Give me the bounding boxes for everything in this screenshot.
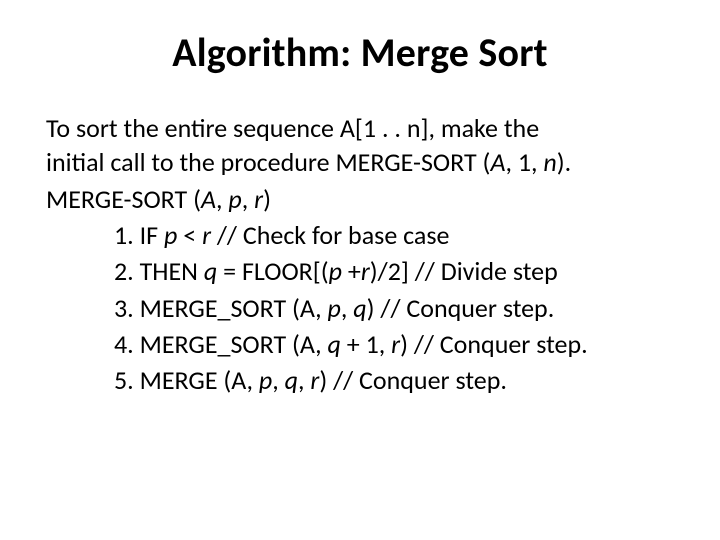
s3-post: ) // Conquer step.: [367, 292, 555, 324]
step-5: 5. MERGE (A, p, q, r) // Conquer step.: [114, 363, 674, 397]
s5-var-p: p: [259, 364, 272, 396]
sig-var-A: A: [201, 183, 216, 215]
intro-line-2-post: ).: [557, 146, 571, 178]
s4-var-r: r: [391, 328, 400, 360]
intro-text: To sort the entire sequence A[1 . . n], …: [46, 111, 674, 180]
s3-pre: 3. MERGE_SORT (A,: [114, 292, 328, 324]
sig-var-p: p: [228, 183, 241, 215]
s2-mid1: = FLOOR[(: [217, 255, 328, 287]
s1-pre: 1. IF: [114, 219, 164, 251]
steps-list: 1. IF p < r // Check for base case 2. TH…: [46, 218, 674, 398]
intro-var-n: n: [543, 146, 556, 178]
intro-line-2-mid: , 1,: [505, 146, 543, 178]
s3-var-p: p: [328, 292, 341, 324]
sig-var-r: r: [254, 183, 263, 215]
slide-title: Algorithm: Merge Sort: [46, 28, 674, 77]
slide-body: To sort the entire sequence A[1 . . n], …: [46, 111, 674, 398]
s5-pre: 5. MERGE (A,: [114, 364, 259, 396]
s3-var-q: q: [353, 292, 366, 324]
slide: Algorithm: Merge Sort To sort the entire…: [0, 0, 720, 540]
sig-c1: ,: [216, 183, 228, 215]
s4-post: ) // Conquer step.: [400, 328, 588, 360]
procedure-signature: MERGE-SORT (A, p, r): [46, 182, 674, 216]
s5-c1: ,: [272, 364, 284, 396]
intro-line-1: To sort the entire sequence A[1 . . n], …: [46, 112, 539, 144]
s5-var-r: r: [310, 364, 319, 396]
step-3: 3. MERGE_SORT (A, p, q) // Conquer step.: [114, 291, 674, 325]
s3-c: ,: [341, 292, 353, 324]
step-1: 1. IF p < r // Check for base case: [114, 218, 674, 252]
s1-mid: <: [177, 219, 202, 251]
s1-post: // Check for base case: [211, 219, 449, 251]
step-2: 2. THEN q = FLOOR[(p +r)/2] // Divide st…: [114, 254, 674, 288]
s2-post: )/2] // Divide step: [370, 255, 558, 287]
s5-c2: ,: [298, 364, 310, 396]
s4-pre: 4. MERGE_SORT (A,: [114, 328, 328, 360]
s2-pre: 2. THEN: [114, 255, 204, 287]
s2-mid2: +: [342, 255, 361, 287]
s5-var-q: q: [285, 364, 298, 396]
s4-var-q: q: [328, 328, 341, 360]
s1-var-p: p: [164, 219, 177, 251]
s4-mid: + 1,: [341, 328, 391, 360]
intro-line-2-pre: initial call to the procedure MERGE-SORT…: [46, 146, 490, 178]
s1-var-r: r: [202, 219, 211, 251]
sig-post: ): [263, 183, 271, 215]
intro-var-A: A: [490, 146, 505, 178]
step-4: 4. MERGE_SORT (A, q + 1, r) // Conquer s…: [114, 327, 674, 361]
s2-var-r: r: [361, 255, 370, 287]
sig-c2: ,: [242, 183, 254, 215]
s5-post: ) // Conquer step.: [319, 364, 507, 396]
s2-var-q: q: [204, 255, 217, 287]
s2-var-p: p: [329, 255, 342, 287]
sig-pre: MERGE-SORT (: [46, 183, 201, 215]
